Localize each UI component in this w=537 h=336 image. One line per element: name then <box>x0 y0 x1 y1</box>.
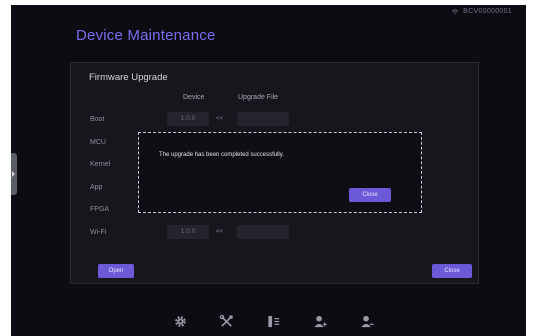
row-label-app: App <box>90 184 103 191</box>
row-label-kernel: Kernel <box>90 161 111 168</box>
wifi-arrow: << <box>216 229 224 235</box>
wifi-upgrade-file[interactable] <box>237 225 289 239</box>
row-label-boot: Boot <box>90 116 105 123</box>
boot-upgrade-file[interactable] <box>237 112 289 126</box>
upgrade-file-column-header: Upgrade File <box>238 94 279 101</box>
remove-user-icon <box>360 315 374 327</box>
row-label-wifi: Wi-Fi <box>90 229 107 236</box>
adjust-button[interactable] <box>265 312 283 330</box>
remove-user-button[interactable] <box>358 312 376 330</box>
boot-arrow: << <box>216 116 224 122</box>
add-user-button[interactable] <box>311 312 329 330</box>
bottom-toolbar <box>171 310 376 332</box>
dialog-close-button[interactable]: Close <box>349 188 391 202</box>
panel-title: Firmware Upgrade <box>89 72 168 83</box>
adjust-icon <box>268 315 280 327</box>
tools-icon <box>220 314 233 327</box>
close-button[interactable]: Close <box>432 264 472 278</box>
boot-device-version: 1.0.0 <box>167 112 209 126</box>
page-title: Device Maintenance <box>76 27 216 44</box>
side-drawer-handle[interactable] <box>11 153 17 195</box>
dialog-message: The upgrade has been completed successfu… <box>159 152 284 158</box>
device-column-header: Device <box>183 94 205 101</box>
device-id: BCV00000001 <box>463 8 512 15</box>
open-button[interactable]: Open <box>98 264 134 278</box>
gear-icon <box>174 315 186 327</box>
settings-button[interactable] <box>171 312 189 330</box>
row-label-mcu: MCU <box>90 139 106 146</box>
add-user-icon <box>314 315 327 327</box>
wifi-device-version: 1.0.0 <box>167 225 209 239</box>
status-bar: BCV00000001 <box>451 8 512 15</box>
device-screen: BCV00000001 Device Maintenance Firmware … <box>11 5 526 336</box>
row-label-fpga: FPGA <box>90 206 110 213</box>
maintenance-button[interactable] <box>218 312 236 330</box>
wifi-icon <box>451 8 459 15</box>
upgrade-complete-dialog: The upgrade has been completed successfu… <box>138 132 422 213</box>
